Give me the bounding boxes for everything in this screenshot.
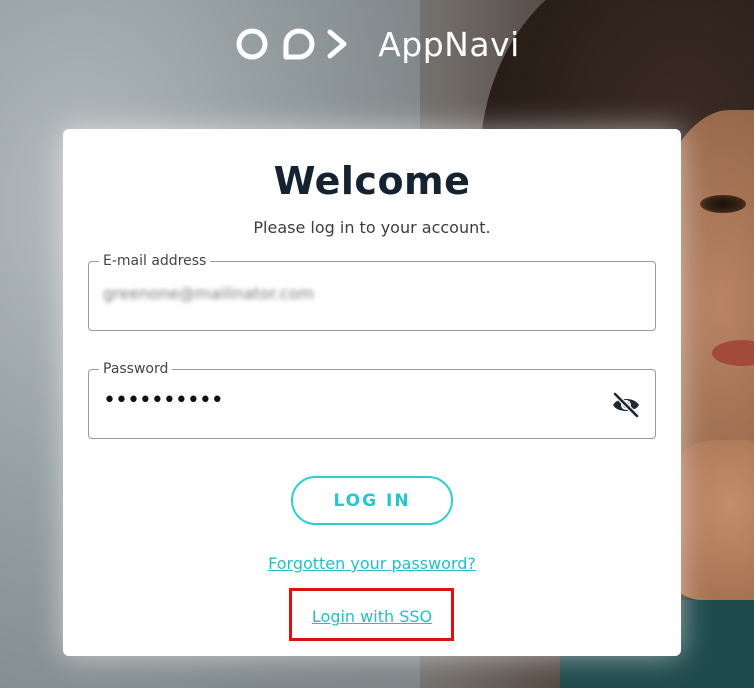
- email-value[interactable]: greenone@mailinator.com: [103, 284, 314, 303]
- brand-name: AppNavi: [378, 24, 520, 64]
- email-field[interactable]: E-mail address greenone@mailinator.com: [88, 253, 656, 331]
- sso-login-link[interactable]: Login with SSO: [63, 607, 681, 626]
- email-label: E-mail address: [99, 253, 211, 269]
- page-subtitle: Please log in to your account.: [253, 218, 491, 237]
- password-value[interactable]: ••••••••••: [103, 388, 224, 413]
- brand-logo: AppNavi: [0, 24, 754, 64]
- password-field[interactable]: Password ••••••••••: [88, 361, 656, 439]
- login-button[interactable]: LOG IN: [291, 476, 453, 525]
- password-label: Password: [99, 361, 173, 377]
- appnavi-logo-icon: [234, 24, 354, 64]
- eye-slash-icon[interactable]: [611, 391, 641, 419]
- page-title: Welcome: [273, 159, 471, 203]
- login-card: Welcome Please log in to your account. E…: [63, 129, 681, 656]
- forgot-password-link[interactable]: Forgotten your password?: [63, 554, 681, 573]
